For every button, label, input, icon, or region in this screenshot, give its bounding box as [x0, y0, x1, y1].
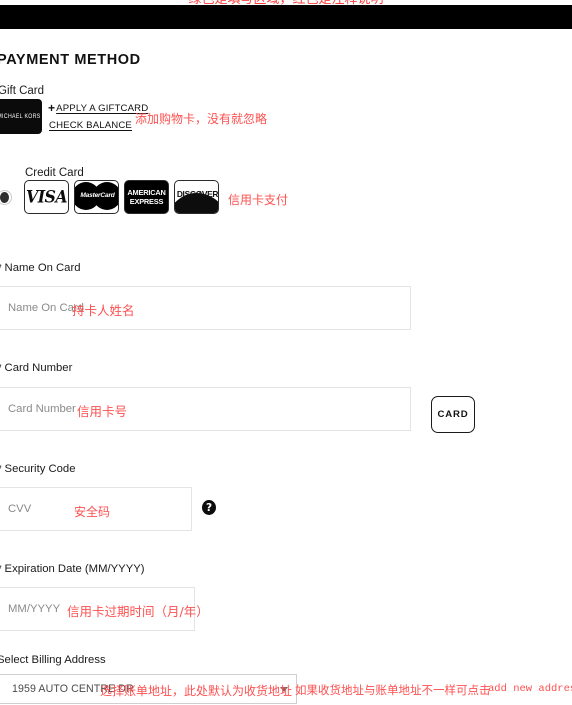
card-brand-logos: VISA MasterCard AMERICAN EXPRESS DISCØVE…: [24, 180, 219, 214]
card-number-placeholder: Card Number: [8, 403, 76, 415]
card-number-label-text: Card Number: [1, 362, 73, 374]
question-mark-icon[interactable]: ?: [202, 500, 216, 515]
plus-icon: +: [48, 101, 56, 115]
name-on-card-label: * Name On Card: [0, 262, 81, 274]
credit-card-label: Credit Card: [25, 167, 84, 179]
annotation-giftcard: 添加购物卡，没有就忽略: [135, 112, 268, 126]
card-scan-button[interactable]: CARD: [431, 396, 475, 433]
expiration-date-placeholder: MM/YYYY: [8, 603, 61, 615]
discover-logo: DISCØVER: [174, 180, 219, 214]
security-code-label: * Security Code: [0, 463, 76, 475]
visa-logo-text: VISA: [25, 187, 68, 207]
discover-logo-text: DISCØVER: [176, 189, 219, 199]
card-number-input[interactable]: Card Number: [0, 387, 411, 431]
name-on-card-label-text: Name On Card: [1, 262, 81, 274]
amex-logo-line1: AMERICAN: [127, 188, 166, 197]
card-number-label: * Card Number: [0, 362, 72, 374]
amex-logo-line2: EXPRESS: [129, 197, 164, 206]
annotation-credit-card: 信用卡支付: [228, 193, 289, 207]
annotation-card-number: 信用卡号: [77, 404, 128, 419]
credit-card-radio[interactable]: [0, 190, 12, 205]
gift-card-label: Gift Card: [0, 85, 45, 97]
security-code-placeholder: CVV: [8, 503, 32, 515]
annotation-security-code: 安全码: [74, 505, 111, 519]
annotation-expiration-date: 信用卡过期时间（月/年）: [67, 604, 209, 619]
annotation-billing-address-2: 如果收货地址与账单地址不一样可点击: [295, 683, 491, 697]
annotation-billing-address-1: 选择账单地址，此处默认为收货地址: [100, 684, 293, 698]
billing-address-label: Select Billing Address: [0, 654, 106, 666]
security-code-label-text: Security Code: [1, 463, 76, 475]
payment-method-page: 绿色是填写区域，红色是注释说明 PAYMENT METHOD Gift Card…: [0, 0, 572, 705]
expiration-date-label-text: Expiration Date (MM/YYYY): [1, 563, 145, 575]
visa-logo: VISA: [24, 180, 69, 214]
annotation-billing-address-3: add new address: [488, 683, 572, 695]
top-black-bar: [0, 5, 572, 29]
mastercard-logo: MasterCard: [74, 180, 119, 214]
page-title: PAYMENT METHOD: [0, 52, 141, 68]
apply-giftcard-link[interactable]: +APPLY A GIFTCARD: [48, 101, 148, 115]
name-on-card-input[interactable]: Name On Card: [0, 286, 411, 330]
michael-kors-giftcard-image: MICHAEL KORS: [0, 99, 42, 134]
expiration-date-label: * Expiration Date (MM/YYYY): [0, 563, 145, 575]
mastercard-logo-text: MasterCard: [80, 192, 115, 199]
amex-logo: AMERICAN EXPRESS: [124, 180, 169, 214]
annotation-name-on-card: 持卡人姓名: [72, 303, 135, 318]
michael-kors-wordmark: MICHAEL KORS: [0, 113, 41, 120]
check-balance-link[interactable]: CHECK BALANCE: [49, 120, 132, 131]
